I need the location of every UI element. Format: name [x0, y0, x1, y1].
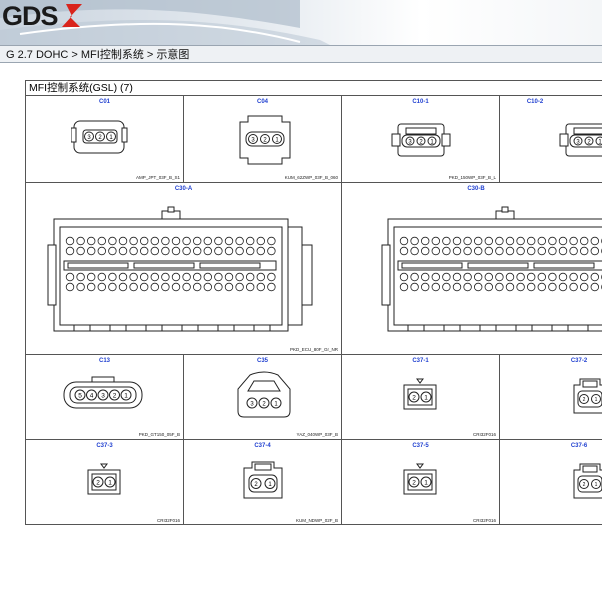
svg-text:2: 2	[412, 395, 416, 402]
header-swoosh	[0, 0, 330, 45]
connector-part: PKD_150WP_03F_B_L	[448, 175, 496, 180]
connector-diagram-c13: 5 4 3 2 1	[63, 376, 143, 409]
breadcrumb: G 2.7 DOHC > MFI控制系统 > 示意图	[0, 45, 602, 63]
connector-part: KUM_NDWP_02F_B	[295, 518, 338, 523]
connector-part: CRI32F016	[156, 518, 180, 523]
connector-cell-c37-3[interactable]: C37-3 2 1 CRI32F016	[26, 440, 184, 524]
connector-cell-c10-1[interactable]: C10-1 3 2 1 PKD_150WP_03F_B_L	[342, 96, 500, 183]
connector-id: C01	[98, 99, 110, 105]
connector-diagram-c35: 3 2 1	[237, 371, 291, 418]
connector-diagram-c01: 3 2 1	[71, 120, 128, 154]
connector-diagram-c37-1: 2 1	[403, 378, 437, 410]
connector-id: C04	[256, 99, 268, 105]
connector-cell-c37-2[interactable]: C37-2 2 1	[500, 355, 602, 440]
connector-part: CRI32F016	[472, 518, 496, 523]
connector-panel: MFI控制系统(GSL) (7) C01 3 2 1 AMP_JPT_03F_B…	[25, 80, 602, 525]
svg-text:2: 2	[412, 480, 416, 487]
connector-id: C35	[256, 358, 268, 364]
connector-cell-c30-a[interactable]: C30-A PKD_ECU_80F_Gr_NR	[26, 183, 342, 355]
gds-logo: GDS	[2, 1, 82, 30]
svg-text:1: 1	[595, 397, 598, 403]
connector-id: C13	[98, 358, 110, 364]
svg-text:1: 1	[424, 480, 428, 487]
connector-diagram-c37-5: 2 1	[403, 463, 437, 495]
svg-text:1: 1	[595, 482, 598, 488]
connector-diagram-c10-1: 3 2 1	[391, 123, 451, 157]
connector-id: C37-4	[254, 443, 271, 449]
connector-cell-c30-b[interactable]: C30-B	[342, 183, 602, 355]
svg-text:1: 1	[598, 140, 602, 146]
svg-text:1: 1	[124, 393, 128, 400]
connector-id: C37-5	[412, 443, 429, 449]
connector-cell-c37-6[interactable]: C37-6 2 1	[500, 440, 602, 524]
connector-cell-c13[interactable]: C13 5 4 3 2 1 PKD_GT150_05F_B	[26, 355, 184, 440]
connector-id: C10-2	[526, 99, 544, 105]
connector-id: C10-1	[412, 99, 429, 105]
connector-part: YAZ_040WP_03F_B	[296, 432, 338, 437]
panel-title: MFI控制系统(GSL) (7)	[26, 81, 602, 96]
svg-text:4: 4	[90, 393, 94, 400]
connector-id: C37-1	[412, 358, 429, 364]
connector-cell-c37-5[interactable]: C37-5 2 1 CRI32F016	[342, 440, 500, 524]
connector-part: PKD_GT150_05F_B	[138, 432, 180, 437]
connector-diagram-c37-4: 2 1	[243, 461, 283, 499]
connector-part: PKD_ECU_80F_Gr_NR	[289, 347, 338, 352]
svg-text:2: 2	[113, 393, 117, 400]
svg-text:3: 3	[101, 393, 105, 400]
svg-text:1: 1	[424, 395, 428, 402]
svg-text:5: 5	[78, 393, 82, 400]
connector-cell-c37-1[interactable]: C37-1 2 1 CRI32F016	[342, 355, 500, 440]
connector-diagram-c37-2: 2 1	[573, 378, 602, 414]
connector-part: CRI32F016	[472, 432, 496, 437]
svg-text:2: 2	[96, 480, 100, 487]
connector-cell-c04[interactable]: C04 3 2 1 KUM_62ZWP_03F_B_060	[184, 96, 342, 183]
connector-diagram-c10-2: 3 2 1	[559, 123, 602, 157]
connector-part: AMP_JPT_03F_B_S1	[135, 175, 180, 180]
connector-diagram-c37-3: 2 1	[87, 463, 121, 495]
connector-id: C30-A	[174, 186, 193, 192]
svg-text:2: 2	[583, 482, 586, 488]
connector-part: KUM_62ZWP_03F_B_060	[284, 175, 338, 180]
connector-id: C37-2	[570, 358, 588, 364]
connector-diagram-c30-a	[47, 206, 313, 332]
svg-text:1: 1	[108, 480, 112, 487]
app-header: GDS	[0, 0, 602, 45]
connector-cell-c35[interactable]: C35 3 2 1 YAZ_040WP_03F_B	[184, 355, 342, 440]
connector-diagram-c04: 3 2 1	[239, 115, 291, 165]
connector-cell-c37-4[interactable]: C37-4 2 1 KUM_NDWP_02F_B	[184, 440, 342, 524]
connector-cell-c10-2[interactable]: C10-2 3 2 1 P	[500, 96, 602, 183]
logo-text: GDS	[2, 1, 58, 30]
connector-id: C30-B	[467, 186, 485, 192]
connector-diagram-c30-b	[381, 206, 602, 332]
connector-diagram-c37-6: 2 1	[573, 463, 602, 499]
connector-cell-c01[interactable]: C01 3 2 1 AMP_JPT_03F_B_S1	[26, 96, 184, 183]
connector-id: C37-3	[96, 443, 113, 449]
connector-id: C37-6	[570, 443, 588, 449]
svg-text:2: 2	[583, 397, 586, 403]
